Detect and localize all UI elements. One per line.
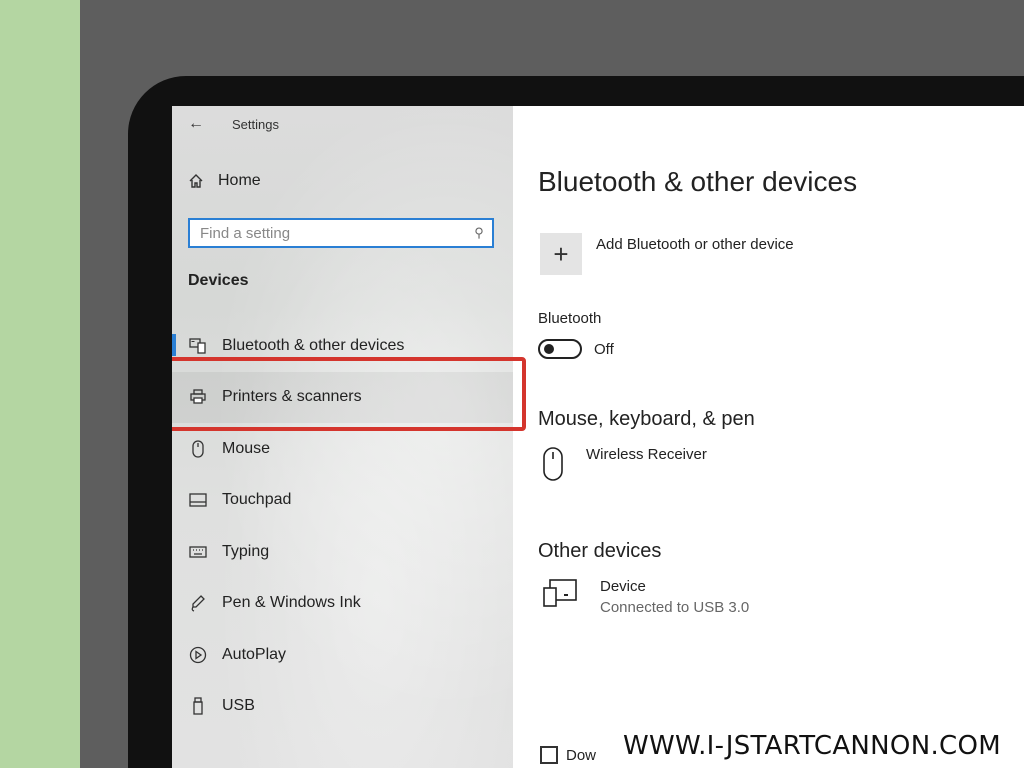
sidebar-item-usb[interactable]: USB bbox=[172, 681, 513, 733]
sidebar-item-label: Bluetooth & other devices bbox=[222, 336, 405, 354]
sidebar-item-pen[interactable]: Pen & Windows Ink bbox=[172, 578, 513, 630]
back-arrow-icon[interactable]: ← bbox=[188, 115, 204, 133]
add-device-label: Add Bluetooth or other device bbox=[596, 236, 794, 253]
home-link[interactable]: Home bbox=[188, 172, 261, 190]
search-icon[interactable]: ⚲ bbox=[466, 225, 492, 241]
window-title: Settings bbox=[232, 116, 279, 132]
bluetooth-devices-icon bbox=[188, 338, 208, 354]
sidebar-item-label: Touchpad bbox=[222, 491, 292, 509]
sidebar-item-label: Typing bbox=[222, 542, 270, 560]
device-name: Device bbox=[600, 578, 646, 595]
main-content: Bluetooth & other devices + Add Bluetoot… bbox=[538, 106, 1024, 768]
mouse-icon bbox=[543, 447, 563, 481]
download-checkbox-row[interactable]: Dow bbox=[540, 746, 596, 764]
bluetooth-toggle-row: Off bbox=[538, 339, 614, 359]
autoplay-icon bbox=[188, 646, 208, 664]
device-other[interactable]: Device Connected to USB 3.0 bbox=[542, 578, 749, 616]
settings-window: ← Settings Home ⚲ Devices Bluetooth & ot… bbox=[172, 106, 1024, 768]
watermark: WWW.I-JSTARTCANNON.COM bbox=[606, 728, 1018, 764]
home-icon bbox=[189, 174, 203, 188]
device-status: Connected to USB 3.0 bbox=[600, 599, 750, 616]
highlight-annotation-box bbox=[172, 357, 526, 431]
touchpad-icon bbox=[188, 493, 208, 507]
add-device-button[interactable]: + Add Bluetooth or other device bbox=[540, 233, 794, 275]
bluetooth-toggle[interactable] bbox=[538, 339, 582, 359]
usb-icon bbox=[188, 697, 208, 715]
pen-icon bbox=[188, 594, 208, 612]
device-wireless-receiver[interactable]: Wireless Receiver bbox=[542, 446, 707, 482]
plus-icon[interactable]: + bbox=[540, 233, 582, 275]
keyboard-icon bbox=[188, 546, 208, 558]
bluetooth-label: Bluetooth bbox=[538, 310, 602, 327]
bluetooth-state: Off bbox=[594, 340, 614, 358]
sidebar: ← Settings Home ⚲ Devices Bluetooth & ot… bbox=[172, 106, 513, 768]
mouse-icon bbox=[188, 440, 208, 458]
page-title: Bluetooth & other devices bbox=[538, 166, 858, 197]
checkbox-label: Dow bbox=[566, 746, 597, 764]
sidebar-item-label: AutoPlay bbox=[222, 645, 287, 663]
section-title: Devices bbox=[188, 272, 249, 289]
device-icon bbox=[543, 579, 577, 607]
title-bar: ← Settings bbox=[188, 114, 279, 134]
sidebar-item-label: USB bbox=[222, 697, 255, 715]
sidebar-item-label: Mouse bbox=[222, 439, 271, 457]
sidebar-item-label: Pen & Windows Ink bbox=[222, 594, 361, 612]
search-input[interactable] bbox=[190, 220, 466, 246]
other-devices-title: Other devices bbox=[538, 540, 662, 562]
download-checkbox[interactable] bbox=[540, 746, 558, 764]
sidebar-item-autoplay[interactable]: AutoPlay bbox=[172, 629, 513, 681]
search-box[interactable]: ⚲ bbox=[188, 218, 494, 248]
mouse-section-title: Mouse, keyboard, & pen bbox=[538, 408, 755, 430]
sidebar-item-touchpad[interactable]: Touchpad bbox=[172, 475, 513, 527]
device-name: Wireless Receiver bbox=[586, 446, 707, 463]
home-label: Home bbox=[218, 172, 261, 189]
sidebar-item-typing[interactable]: Typing bbox=[172, 526, 513, 578]
